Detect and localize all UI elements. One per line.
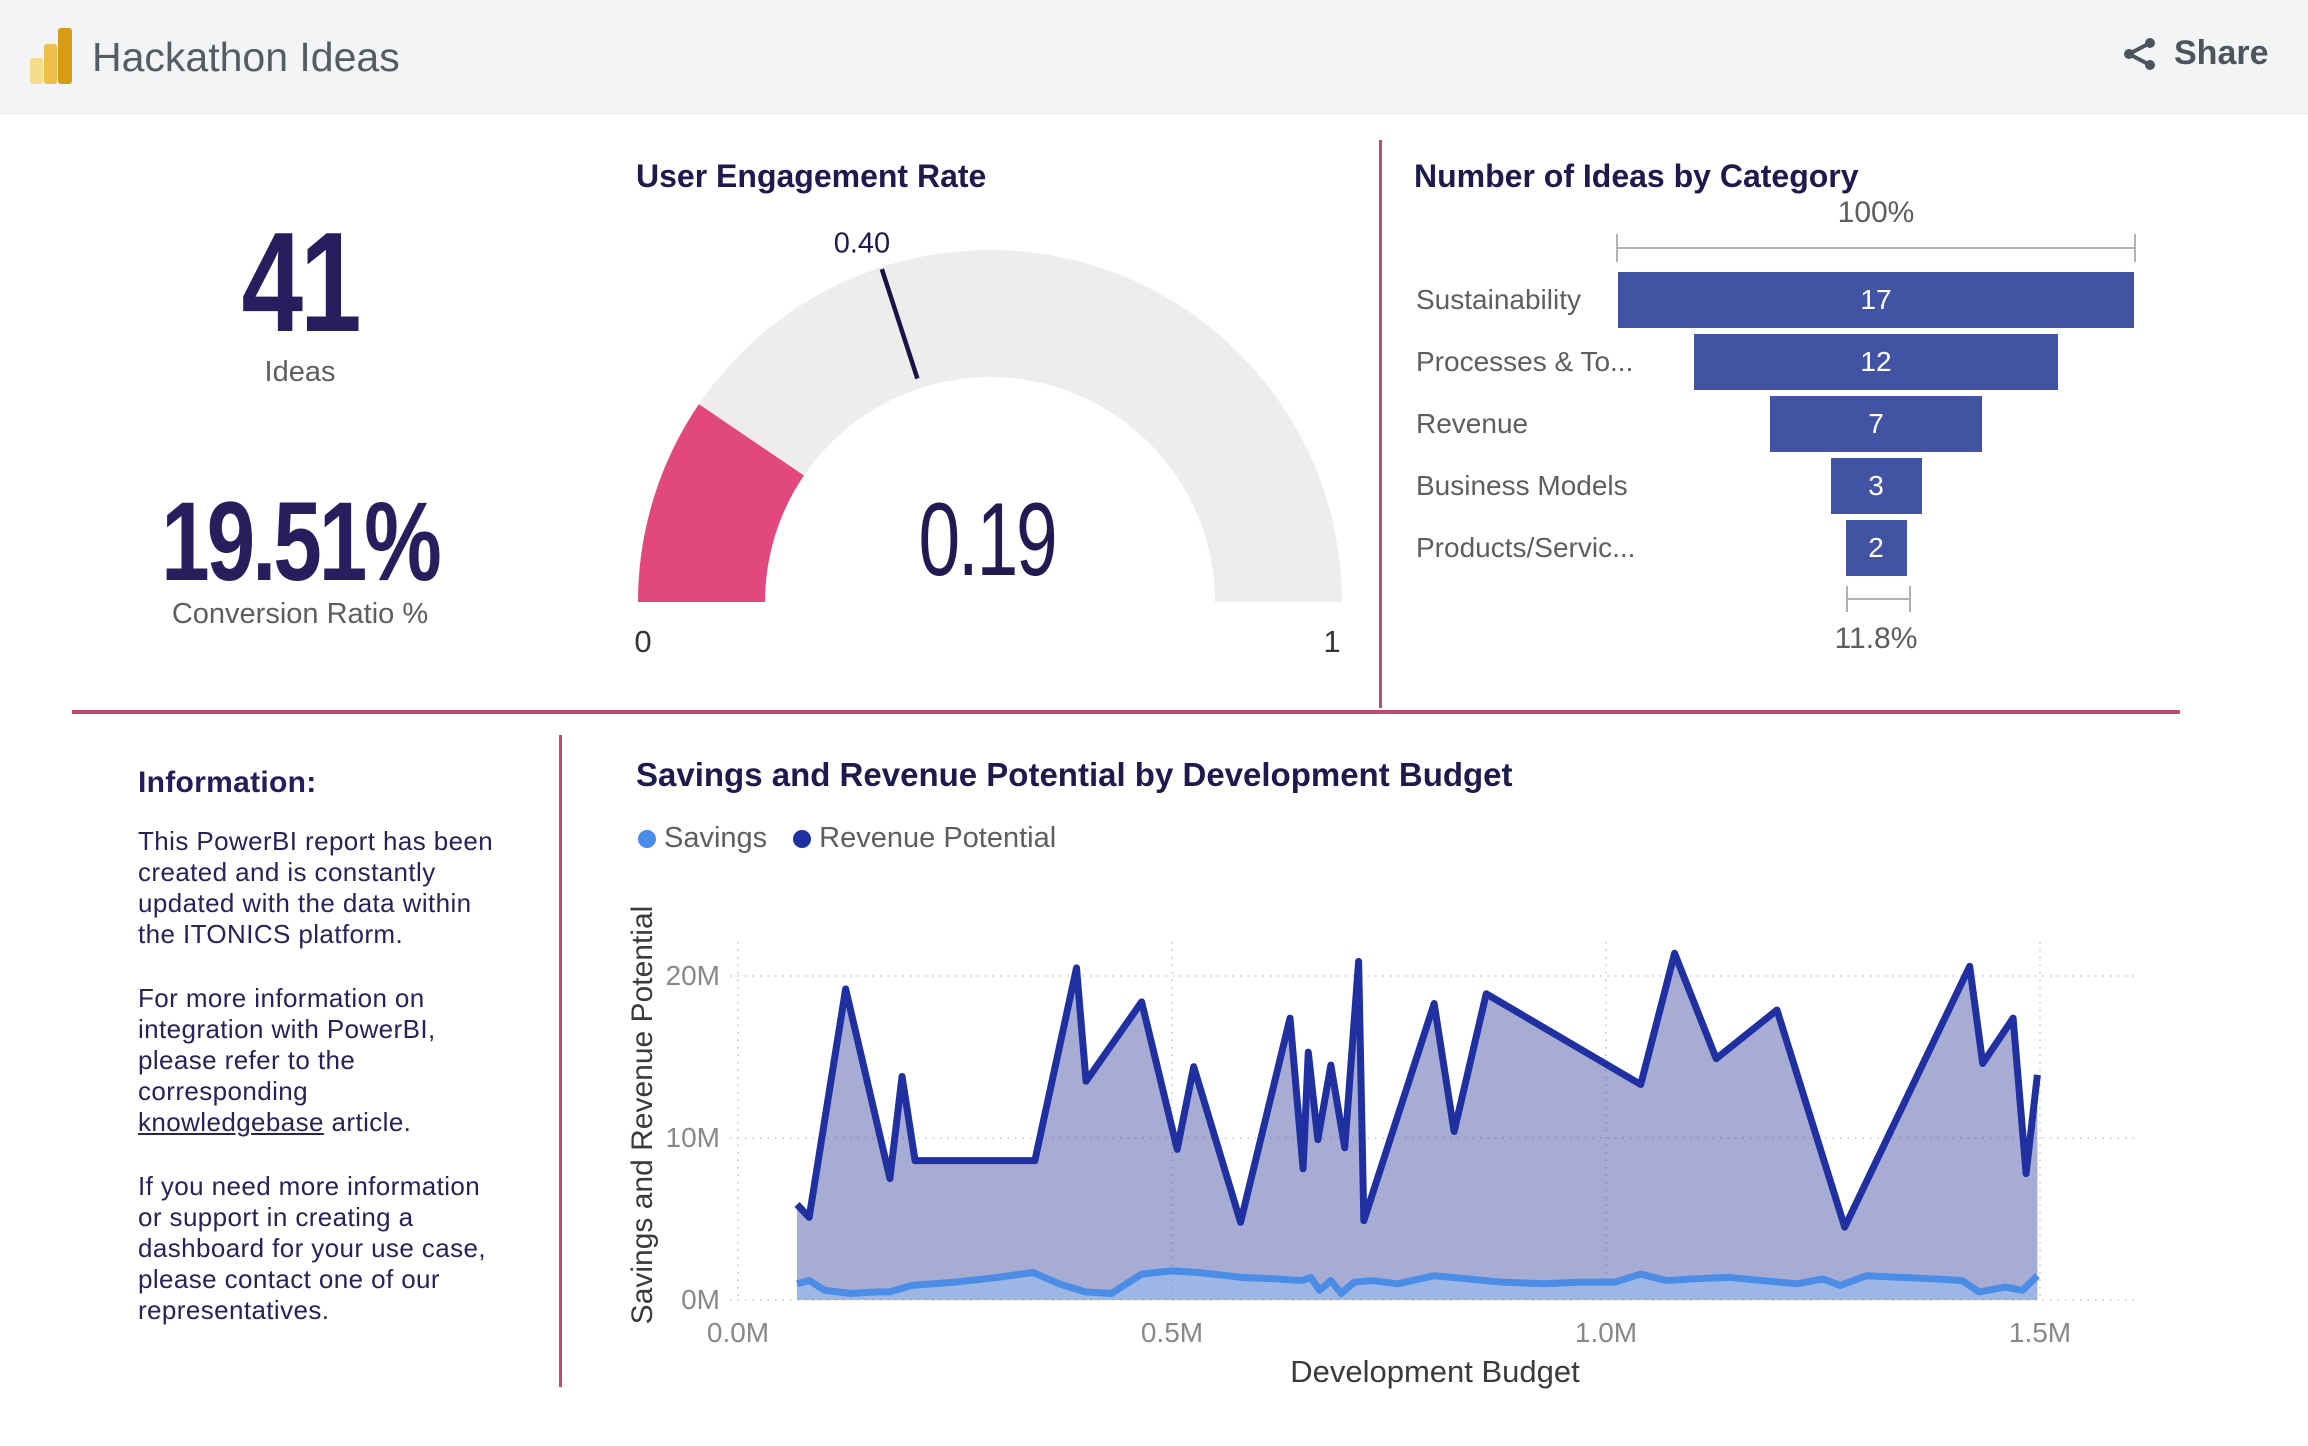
funnel-row[interactable]: Products/Servic... 2: [1400, 520, 2180, 576]
funnel-bar[interactable]: 17: [1618, 272, 2134, 328]
revenue-potential-legend-dot-icon: [793, 830, 811, 848]
funnel-bar[interactable]: 7: [1770, 396, 1982, 452]
gauge-max-label: 1: [1323, 624, 1340, 659]
revenue-potential-area: [797, 953, 2037, 1300]
funnel-category-label: Business Models: [1416, 458, 1628, 514]
area-chart-series: [797, 953, 2037, 1300]
funnel-row[interactable]: Sustainability 17: [1400, 272, 2180, 328]
funnel-title: Number of Ideas by Category: [1414, 158, 1859, 195]
funnel-row[interactable]: Business Models 3: [1400, 458, 2180, 514]
area-chart: 0M 10M 20M 0.0M 0.5M 1.0M 1.5M Savings and Rev…: [620, 890, 2180, 1410]
funnel-last-percent: 11.8%: [1835, 622, 1918, 656]
info-p2-text: For more information on integration with…: [138, 983, 436, 1106]
page-title: Hackathon Ideas: [92, 34, 400, 81]
savings-legend-label: Savings: [664, 822, 767, 855]
x-tick-label: 1.5M: [2009, 1317, 2071, 1348]
knowledgebase-link[interactable]: knowledgebase: [138, 1107, 324, 1137]
share-icon: [2122, 36, 2158, 72]
report-canvas: Hackathon Ideas Share 41 Ideas 19.51% Co…: [0, 0, 2308, 1446]
area-chart-title: Savings and Revenue Potential by Develop…: [636, 756, 1513, 794]
app-header: Hackathon Ideas Share: [0, 0, 2308, 114]
share-button[interactable]: Share: [2122, 34, 2269, 73]
funnel-bottom-bracket: [1846, 586, 1911, 612]
kpi-conversion-label: Conversion Ratio %: [60, 598, 540, 631]
funnel-bar-value: 7: [1868, 408, 1884, 440]
funnel-first-percent: 100%: [1838, 196, 1915, 230]
x-tick-label: 0.0M: [707, 1317, 769, 1348]
horizontal-divider: [72, 710, 2180, 714]
area-x-axis-title: Development Budget: [1290, 1354, 1580, 1389]
funnel-bar-value: 17: [1860, 284, 1891, 316]
info-heading: Information:: [138, 766, 317, 800]
info-paragraph-1: This PowerBI report has been created and…: [138, 826, 498, 950]
info-paragraph-3: If you need more information or support …: [138, 1171, 498, 1326]
y-tick-label: 0M: [681, 1284, 720, 1315]
gauge-target-label: 0.40: [834, 228, 890, 260]
funnel-bar-value: 12: [1860, 346, 1891, 378]
info-p2-tail: article.: [324, 1107, 411, 1137]
gauge-min-label: 0: [634, 624, 651, 659]
funnel-category-label: Revenue: [1416, 396, 1528, 452]
funnel-bar[interactable]: 2: [1846, 520, 1907, 576]
powerbi-logo-icon: [28, 26, 76, 86]
funnel-row[interactable]: Revenue 7: [1400, 396, 2180, 452]
funnel-bar[interactable]: 12: [1694, 334, 2058, 390]
revenue-potential-legend-label: Revenue Potential: [819, 822, 1056, 855]
x-tick-label: 0.5M: [1141, 1317, 1203, 1348]
funnel-chart: Number of Ideas by Category 100% Sustain…: [1400, 140, 2180, 720]
y-tick-label: 20M: [666, 960, 720, 991]
area-chart-legend: Savings Revenue Potential: [638, 822, 1056, 855]
gauge-chart: 0.40 0.19 0 1: [600, 160, 1380, 660]
funnel-bar[interactable]: 3: [1831, 458, 1922, 514]
funnel-top-bracket: [1616, 234, 2136, 262]
funnel-category-label: Products/Servic...: [1416, 520, 1635, 576]
gauge-value: 0.19: [918, 482, 1055, 598]
x-tick-label: 1.0M: [1575, 1317, 1637, 1348]
area-y-axis-title: Savings and Revenue Potential: [626, 906, 659, 1325]
info-body: This PowerBI report has been created and…: [138, 826, 498, 1359]
savings-legend-dot-icon: [638, 830, 656, 848]
share-button-label: Share: [2174, 34, 2269, 73]
vertical-divider-bottom: [559, 735, 562, 1387]
y-tick-label: 10M: [666, 1122, 720, 1153]
kpi-conversion-value: 19.51%: [60, 486, 540, 598]
funnel-category-label: Processes & To...: [1416, 334, 1633, 390]
kpi-ideas-label: Ideas: [60, 356, 540, 389]
legend-item-revenue-potential[interactable]: Revenue Potential: [793, 822, 1056, 855]
legend-item-savings[interactable]: Savings: [638, 822, 767, 855]
funnel-bar-value: 3: [1868, 470, 1884, 502]
vertical-divider-top: [1379, 140, 1382, 708]
funnel-bar-value: 2: [1868, 532, 1884, 564]
kpi-ideas-value: 41: [60, 212, 540, 354]
funnel-row[interactable]: Processes & To... 12: [1400, 334, 2180, 390]
info-paragraph-2: For more information on integration with…: [138, 983, 498, 1138]
funnel-category-label: Sustainability: [1416, 272, 1581, 328]
